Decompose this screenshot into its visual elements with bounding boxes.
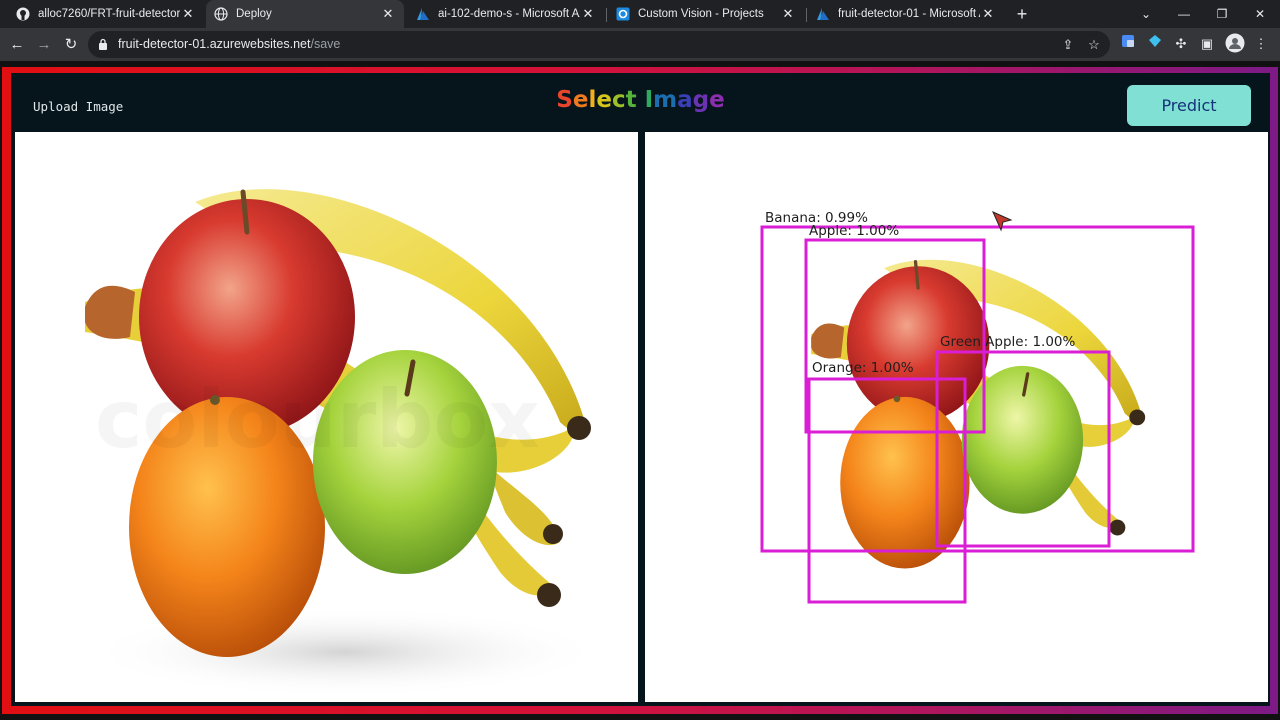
- title-letter: I: [644, 87, 654, 113]
- back-arrow-icon[interactable]: ←: [4, 32, 30, 58]
- app-container: Upload Image Select Image Predict colour…: [11, 73, 1270, 706]
- extensions-puzzle-icon[interactable]: ✣: [1170, 33, 1192, 55]
- prediction-panel: Banana: 0.99% Apple: 1.00% Green Apple: …: [645, 132, 1268, 702]
- minimize-icon[interactable]: —: [1164, 0, 1204, 28]
- side-panel-icon[interactable]: ▣: [1196, 33, 1218, 55]
- custom-vision-icon: [616, 7, 630, 21]
- diamond-extension-icon[interactable]: [1144, 33, 1166, 55]
- title-letter: g: [692, 87, 710, 113]
- url-text: fruit-detector-01.azurewebsites.net/save: [118, 37, 340, 51]
- title-letter: [637, 87, 645, 113]
- address-bar[interactable]: fruit-detector-01.azurewebsites.net/save…: [88, 31, 1110, 58]
- tab-label: Deploy: [236, 8, 272, 20]
- profile-avatar[interactable]: [1224, 33, 1246, 55]
- page-title[interactable]: Select Image: [11, 87, 1270, 113]
- tab-deploy[interactable]: Deploy ✕: [206, 0, 404, 28]
- github-icon: [16, 7, 30, 21]
- svg-text:colourbox: colourbox: [95, 373, 540, 466]
- azure-icon: [416, 7, 430, 21]
- detection-label: Orange: 1.00%: [812, 360, 914, 376]
- title-letter: a: [677, 87, 693, 113]
- close-icon[interactable]: ✕: [780, 6, 796, 22]
- reload-icon[interactable]: ↻: [58, 32, 84, 58]
- url-path: /save: [310, 37, 341, 51]
- web-page: Upload Image Select Image Predict colour…: [0, 61, 1280, 720]
- window-close-icon[interactable]: ✕: [1240, 0, 1280, 28]
- predict-button[interactable]: Predict: [1127, 85, 1251, 126]
- forward-arrow-icon[interactable]: →: [31, 32, 57, 58]
- url-host: fruit-detector-01.azurewebsites.net: [118, 37, 311, 51]
- title-letter: c: [611, 87, 626, 113]
- input-image-panel: colourbox: [15, 132, 638, 702]
- title-letter: e: [596, 87, 612, 113]
- translate-extension-icon[interactable]: [1117, 33, 1139, 55]
- close-icon[interactable]: ✕: [580, 6, 596, 22]
- close-icon[interactable]: ✕: [380, 6, 396, 22]
- detection-label: Apple: 1.00%: [809, 223, 899, 239]
- tab-azure-demo[interactable]: ai-102-demo-s - Microsoft Azure ✕: [408, 0, 604, 28]
- fruit-image: colourbox: [15, 132, 638, 702]
- tab-label: fruit-detector-01 - Microsoft Azu: [838, 8, 980, 20]
- title-letter: e: [572, 87, 589, 113]
- tab-github[interactable]: alloc7260/FRT-fruit-detector: A W ✕: [8, 0, 204, 28]
- new-tab-button[interactable]: +: [1012, 4, 1032, 24]
- restore-icon[interactable]: ❐: [1202, 0, 1242, 28]
- tab-label: Custom Vision - Projects: [638, 8, 764, 20]
- detection-label: Green Apple: 1.00%: [940, 334, 1076, 350]
- title-letter: t: [625, 87, 637, 113]
- prediction-image: Banana: 0.99% Apple: 1.00% Green Apple: …: [645, 132, 1268, 702]
- close-icon[interactable]: ✕: [180, 6, 196, 22]
- tab-label: alloc7260/FRT-fruit-detector: A W: [38, 8, 180, 20]
- lock-icon: [99, 38, 107, 50]
- title-letter: S: [556, 87, 573, 113]
- tab-search-icon[interactable]: ⌄: [1126, 0, 1166, 28]
- menu-kebab-icon[interactable]: ⋮: [1250, 33, 1272, 55]
- globe-icon: [214, 7, 228, 21]
- gradient-frame: Upload Image Select Image Predict colour…: [2, 67, 1278, 714]
- browser-tab-strip: alloc7260/FRT-fruit-detector: A W ✕ Depl…: [0, 0, 1280, 28]
- tab-custom-vision[interactable]: Custom Vision - Projects ✕: [608, 0, 804, 28]
- browser-toolbar: ← → ↻ fruit-detector-01.azurewebsites.ne…: [0, 28, 1280, 61]
- bookmark-star-icon[interactable]: ☆: [1084, 35, 1104, 55]
- title-letter: e: [709, 87, 725, 113]
- title-letter: m: [653, 87, 678, 113]
- tab-fruit-detector[interactable]: fruit-detector-01 - Microsoft Azu ✕: [808, 0, 1004, 28]
- azure-icon: [816, 7, 830, 21]
- tab-label: ai-102-demo-s - Microsoft Azure: [438, 8, 580, 20]
- share-icon[interactable]: ⇪: [1058, 35, 1078, 55]
- close-icon[interactable]: ✕: [980, 6, 996, 22]
